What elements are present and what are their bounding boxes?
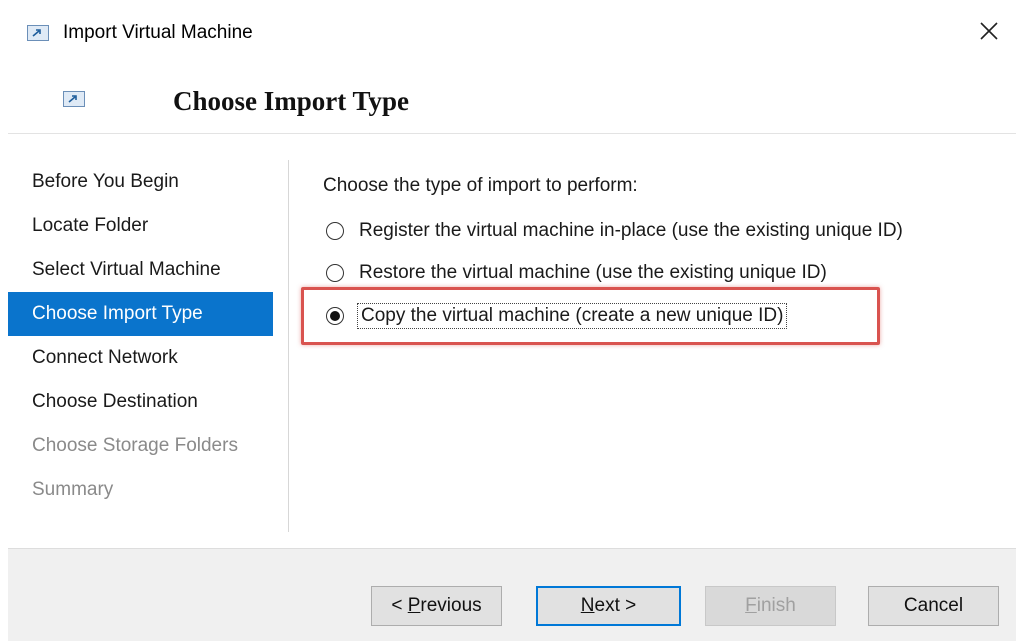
window-title: Import Virtual Machine [63, 22, 253, 43]
nav-step-choose-import-type[interactable]: Choose Import Type [8, 292, 273, 336]
finish-button: Finish [705, 586, 836, 626]
option-register-in-place[interactable]: Register the virtual machine in-place (u… [326, 217, 903, 245]
nav-step-connect-network[interactable]: Connect Network [8, 336, 273, 380]
page-heading-icon [63, 91, 85, 107]
next-button-rest: ext > [594, 595, 637, 616]
app-icon [27, 25, 49, 41]
previous-button-prefix: < [391, 595, 408, 616]
radio-restore[interactable] [326, 264, 344, 282]
page-title: Choose Import Type [173, 86, 410, 116]
nav-step-select-virtual-machine[interactable]: Select Virtual Machine [8, 248, 273, 292]
radio-register-in-place[interactable] [326, 222, 344, 240]
nav-step-before-you-begin[interactable]: Before You Begin [8, 160, 273, 204]
nav-step-summary: Summary [32, 479, 114, 500]
previous-button-accel: P [407, 595, 421, 616]
header-divider [8, 133, 1016, 134]
close-icon[interactable] [976, 18, 1002, 44]
import-type-prompt: Choose the type of import to perform: [323, 175, 638, 196]
option-restore[interactable]: Restore the virtual machine (use the exi… [326, 259, 827, 287]
option-restore-label: Restore the virtual machine (use the exi… [359, 262, 827, 283]
option-register-in-place-label: Register the virtual machine in-place (u… [359, 220, 903, 241]
previous-button[interactable]: < Previous [371, 586, 502, 626]
annotation-highlight-box [301, 287, 880, 345]
next-button-accel: N [580, 595, 595, 616]
cancel-button[interactable]: Cancel [868, 586, 999, 626]
wizard-steps-nav: Before You Begin Locate Folder Select Vi… [8, 160, 273, 512]
nav-step-choose-destination[interactable]: Choose Destination [8, 380, 273, 424]
previous-button-rest: revious [420, 595, 482, 616]
finish-button-accel: F [745, 595, 757, 616]
nav-step-locate-folder[interactable]: Locate Folder [8, 204, 273, 248]
nav-divider [288, 160, 289, 532]
button-bar [8, 548, 1016, 641]
finish-button-rest: inish [756, 595, 796, 616]
nav-step-choose-storage-folders: Choose Storage Folders [32, 435, 238, 456]
next-button[interactable]: Next > [536, 586, 681, 626]
